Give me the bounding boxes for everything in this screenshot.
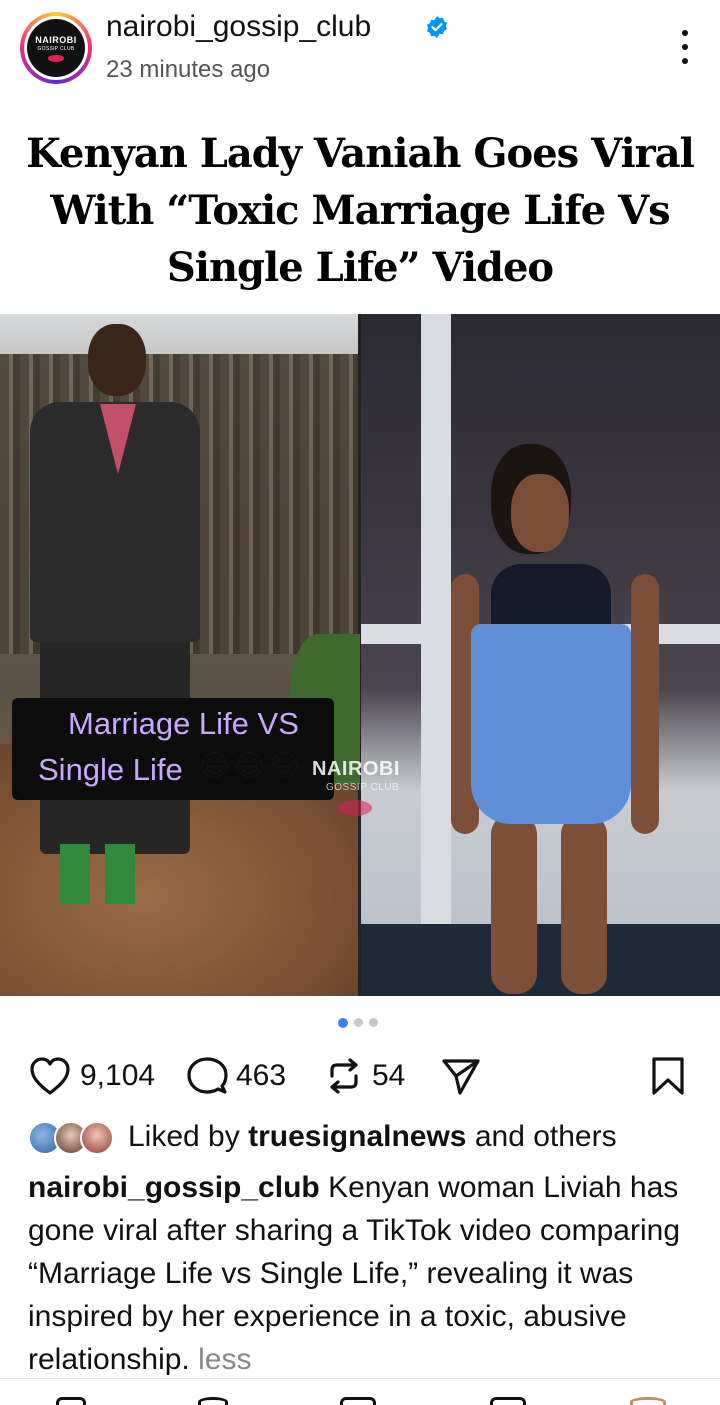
caption-less-toggle[interactable]: less — [198, 1343, 251, 1376]
repost-button[interactable]: 54 — [324, 1056, 405, 1096]
liker-username[interactable]: truesignalnews — [248, 1120, 466, 1153]
search-icon[interactable] — [198, 1397, 228, 1405]
post-caption: nairobi_gossip_club Kenyan woman Liviah … — [28, 1166, 698, 1381]
like-button[interactable]: 9,104 — [28, 1056, 155, 1096]
liked-by-row[interactable]: Liked by truesignalnews and others — [28, 1118, 718, 1158]
profile-avatar[interactable]: NAIROBI GOSSIP CLUB — [20, 12, 92, 84]
more-options-button[interactable] — [680, 30, 690, 64]
person-figure-right — [451, 444, 661, 996]
more-vertical-icon — [682, 30, 688, 36]
heart-icon — [30, 1057, 70, 1095]
avatar-logo: NAIROBI GOSSIP CLUB — [27, 19, 85, 77]
carousel-dot-active — [338, 1017, 348, 1028]
post-timestamp: 23 minutes ago — [106, 56, 271, 83]
post-action-bar: 9,104 463 54 — [0, 1050, 720, 1102]
carousel-indicator — [338, 1017, 378, 1028]
comment-button[interactable]: 463 — [186, 1056, 286, 1096]
media-left-photo — [0, 314, 360, 996]
share-button[interactable] — [440, 1056, 482, 1096]
verified-badge-icon — [427, 16, 447, 38]
profile-avatar-icon[interactable] — [630, 1397, 666, 1405]
liker-avatar — [80, 1121, 114, 1155]
person-figure-left — [30, 324, 200, 944]
post-media-carousel[interactable]: Marriage Life VS Single Life 😂😂😂 NAIROBI… — [0, 314, 720, 996]
caption-author[interactable]: nairobi_gossip_club — [28, 1171, 320, 1204]
send-icon — [442, 1059, 480, 1095]
watermark: NAIROBI — [312, 758, 400, 780]
post-headline: Kenyan Lady Vaniah Goes Viral With “Toxi… — [26, 130, 695, 291]
laughing-emoji-icon: 😂😂😂 — [197, 750, 303, 783]
comment-count: 463 — [236, 1059, 287, 1092]
create-icon[interactable] — [340, 1397, 376, 1405]
post-header: NAIROBI GOSSIP CLUB nairobi_gossip_club … — [0, 0, 720, 100]
repost-icon — [330, 1058, 358, 1094]
bookmark-icon — [652, 1057, 684, 1095]
media-right-photo — [361, 314, 720, 996]
comment-bubble-icon — [187, 1057, 228, 1094]
bottom-navigation — [0, 1378, 720, 1405]
overlay-text-line1: Marriage Life VS — [68, 706, 299, 741]
watermark-sub: GOSSIP CLUB — [326, 782, 400, 793]
like-count: 9,104 — [80, 1059, 156, 1092]
post-username[interactable]: nairobi_gossip_club — [106, 10, 371, 44]
carousel-dot — [369, 1018, 378, 1027]
save-button[interactable] — [650, 1056, 686, 1101]
carousel-dot — [354, 1018, 363, 1027]
watermark-lips-icon — [338, 800, 372, 816]
reels-icon[interactable] — [490, 1397, 526, 1405]
home-icon[interactable] — [56, 1397, 86, 1405]
repost-count: 54 — [372, 1059, 406, 1092]
overlay-text-line2: Single Life — [38, 752, 183, 787]
lips-logo-icon — [48, 54, 64, 62]
